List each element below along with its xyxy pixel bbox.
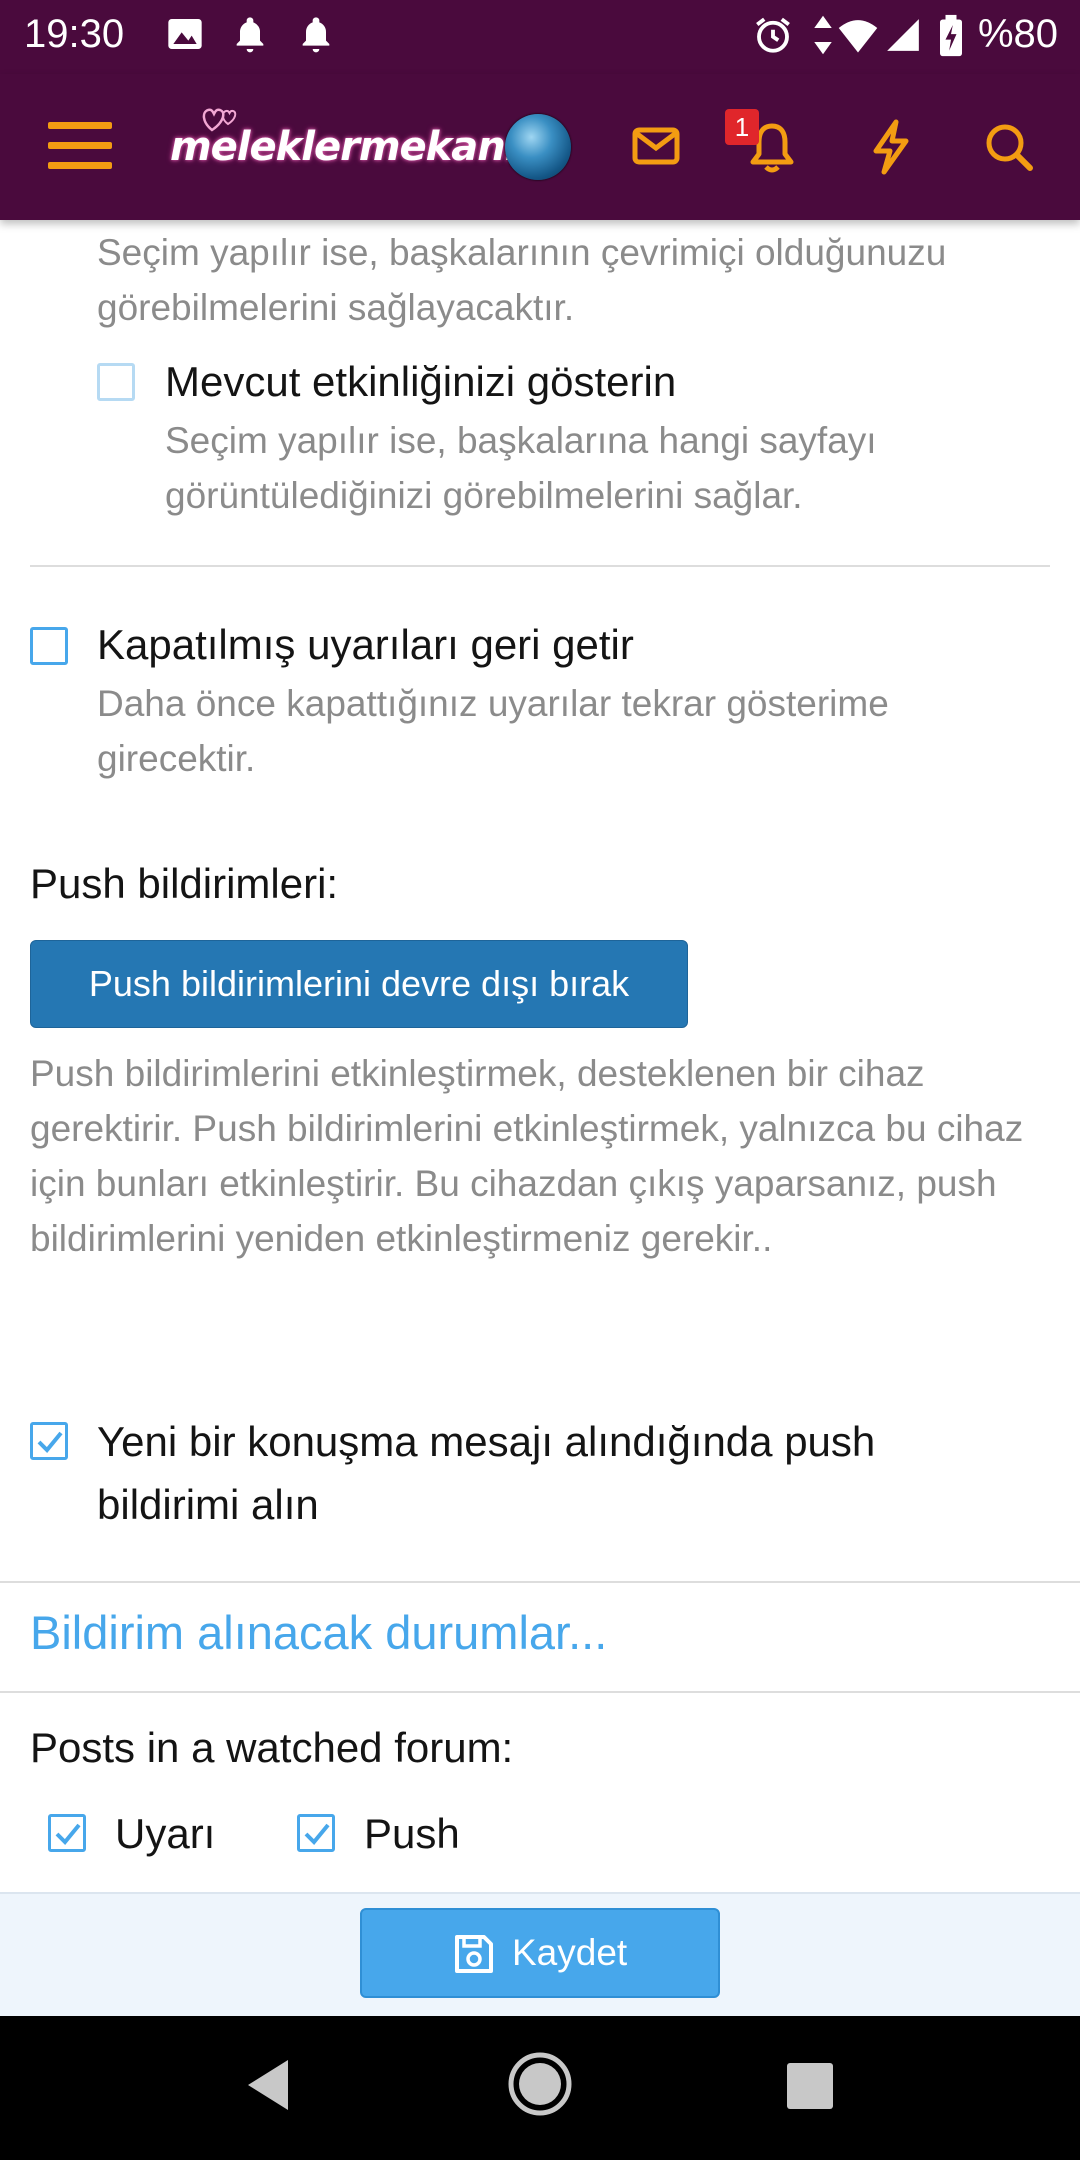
- watched-forum-label: Posts in a watched forum:: [30, 1724, 514, 1771]
- alert-option-checkbox[interactable]: [48, 1814, 86, 1852]
- save-button[interactable]: Kaydet: [360, 1908, 720, 1998]
- data-arrows-icon: [812, 14, 834, 61]
- save-icon: [455, 1935, 493, 1973]
- activity-label[interactable]: Mevcut etkinliğinizi gösterin: [165, 352, 676, 412]
- image-icon: [165, 14, 205, 59]
- divider: [0, 1581, 1080, 1583]
- restore-alerts-label[interactable]: Kapatılmış uyarıları geri getir: [97, 615, 634, 675]
- activity-description: Seçim yapılır ise, başkalarına hangi say…: [165, 420, 877, 516]
- push-option-checkbox[interactable]: [297, 1814, 335, 1852]
- check-icon: [55, 1823, 81, 1845]
- wifi-icon: [836, 14, 880, 61]
- alerts-section-title[interactable]: Bildirim alınacak durumlar...: [30, 1605, 607, 1660]
- save-button-label: Kaydet: [512, 1932, 628, 1973]
- globe-icon[interactable]: [505, 114, 571, 180]
- check-icon: [304, 1823, 330, 1845]
- signal-icon: [884, 14, 922, 61]
- alert-option-label[interactable]: Uyarı: [115, 1804, 215, 1864]
- conversation-push-label[interactable]: Yeni bir konuşma mesajı alındığında push…: [97, 1410, 997, 1536]
- push-option-label[interactable]: Push: [364, 1804, 460, 1864]
- search-icon[interactable]: [984, 122, 1034, 177]
- status-bar: 19:30 %80: [0, 0, 1080, 74]
- battery-percentage: %80: [977, 12, 1058, 56]
- divider: [0, 1691, 1080, 1693]
- bell-icon: [296, 14, 336, 59]
- lightning-icon[interactable]: [870, 119, 912, 180]
- activity-checkbox[interactable]: [97, 363, 135, 401]
- recents-icon[interactable]: [787, 2063, 833, 2114]
- battery-charging-icon: [938, 14, 964, 63]
- notification-badge: 1: [725, 109, 759, 145]
- back-icon[interactable]: [244, 2058, 292, 2117]
- app-header: meleklermekanı 1: [0, 74, 1080, 220]
- disable-push-button[interactable]: Push bildirimlerini devre dışı bırak: [30, 940, 688, 1028]
- alarm-icon: [752, 14, 794, 61]
- home-icon[interactable]: [506, 2050, 574, 2123]
- mail-icon[interactable]: [632, 127, 680, 170]
- check-icon: [37, 1431, 63, 1453]
- push-heading: Push bildirimleri:: [30, 860, 339, 907]
- menu-icon[interactable]: [48, 116, 114, 181]
- restore-alerts-description: Daha önce kapattığınız uyarılar tekrar g…: [97, 683, 889, 779]
- bell-icon: [230, 14, 270, 59]
- online-status-description: Seçim yapılır ise, başkalarının çevrimiç…: [97, 232, 947, 328]
- divider: [30, 565, 1050, 567]
- status-time: 19:30: [24, 12, 125, 56]
- push-description: Push bildirimlerini etkinleştirmek, dest…: [30, 1053, 1024, 1259]
- site-logo[interactable]: meleklermekanı: [170, 124, 518, 170]
- system-nav-bar: [0, 2016, 1080, 2160]
- conversation-push-checkbox[interactable]: [30, 1422, 68, 1460]
- restore-alerts-checkbox[interactable]: [30, 627, 68, 665]
